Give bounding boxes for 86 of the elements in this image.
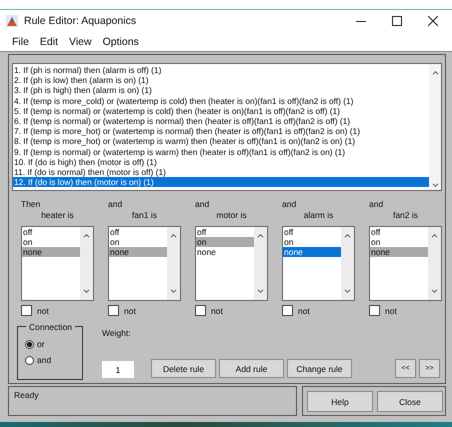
option-item[interactable]: none xyxy=(109,247,167,257)
rule-button[interactable]: Add rule xyxy=(219,359,284,378)
menu-item[interactable]: File xyxy=(12,36,29,48)
rule-item[interactable]: 12. If (do is low) then (motor is on) (1) xyxy=(13,177,429,188)
group-title: Connection xyxy=(26,322,76,332)
not-checkbox[interactable] xyxy=(369,305,380,316)
scroll-up-icon[interactable] xyxy=(432,70,438,75)
option-item[interactable]: on xyxy=(109,237,167,247)
rule-item[interactable]: 8. If (temp is more_hot) or (watertemp is warm) then (heater is off)(fan1 is on)(fan2 is on) (1) xyxy=(13,136,429,146)
scroll-down-icon[interactable] xyxy=(344,289,351,294)
not-checkbox[interactable] xyxy=(282,305,293,316)
radio-label: and xyxy=(37,355,52,365)
rule-item[interactable]: 6. If (temp is normal) or (watertemp is normal) then (heater is off)(fan1 is off)(fan2 is off) (1) xyxy=(13,116,429,126)
rule-item[interactable]: 9. If (temp is normal) or (watertemp is warm) then (heater is off)(fan1 is off)(fan2 is on) (1) xyxy=(13,146,429,157)
option-list[interactable]: off on none xyxy=(108,226,181,301)
rule-item[interactable]: 5. If (temp is normal) or (watertemp is cold) then (heater is on)(fan1 is off)(fan2 is off) (1) xyxy=(13,106,429,116)
scroll-down-icon[interactable] xyxy=(83,289,90,294)
option-item[interactable]: off xyxy=(22,227,80,237)
radio-button[interactable] xyxy=(25,356,34,364)
option-list[interactable]: off on none xyxy=(21,226,94,301)
rule-item[interactable]: 1. If (ph is normal) then (alarm is off) (1) xyxy=(13,65,429,76)
option-list[interactable]: off on none xyxy=(369,226,442,301)
output-label: fan1 is xyxy=(130,210,158,222)
rule-item[interactable]: 11. If (do is normal) then (motor is off) (1) xyxy=(13,166,429,178)
option-item[interactable]: on xyxy=(283,237,341,247)
status-text: Ready xyxy=(14,390,39,400)
rule-item[interactable]: 10. If (do is high) then (motor is off) (1) xyxy=(13,156,429,167)
scroll-down-icon[interactable] xyxy=(257,289,264,294)
window-title: Rule Editor: Aquaponics xyxy=(24,15,138,27)
rule-list[interactable] xyxy=(12,63,442,191)
scroll-down-icon[interactable] xyxy=(431,289,438,294)
radio-button[interactable] xyxy=(25,340,34,348)
rule-item[interactable]: 3. If (ph is high) then (alarm is on) (1) xyxy=(13,85,429,96)
rule-button[interactable]: Change rule xyxy=(287,359,352,378)
menu-item[interactable]: Edit xyxy=(40,36,58,48)
option-list[interactable]: off on none xyxy=(282,226,355,301)
scroll-down-icon[interactable] xyxy=(170,289,177,294)
output-label: motor is xyxy=(215,210,248,222)
option-list[interactable]: off on none xyxy=(195,226,268,301)
not-label: not xyxy=(385,306,397,316)
connector-label: and xyxy=(108,199,124,210)
weight-field[interactable]: 1 xyxy=(102,361,134,378)
option-item[interactable]: none xyxy=(283,247,341,257)
option-item[interactable]: off xyxy=(196,227,254,237)
rule-item[interactable]: 4. If (temp is more_cold) or (watertemp is cold) then (heater is on)(fan1 is off)(fan2 is off) (1) xyxy=(13,96,429,106)
scroll-up-icon[interactable] xyxy=(431,233,438,238)
output-label: heater is xyxy=(40,210,75,222)
scroll-up-icon[interactable] xyxy=(344,233,351,238)
scroll-up-icon[interactable] xyxy=(257,233,264,238)
rule-item[interactable]: 2. If (ph is low) then (alarm is on) (1) xyxy=(13,75,429,86)
not-label: not xyxy=(211,306,223,316)
not-checkbox[interactable] xyxy=(108,305,119,316)
connector-label: Then xyxy=(21,199,42,210)
menu-item[interactable]: Options xyxy=(102,36,139,48)
maximize-icon[interactable] xyxy=(392,16,402,26)
dialog-button[interactable]: Close xyxy=(377,391,443,412)
scroll-down-icon[interactable] xyxy=(432,183,438,188)
output-label: fan2 is xyxy=(392,210,420,222)
option-item[interactable]: none xyxy=(196,247,254,257)
not-label: not xyxy=(37,306,49,316)
not-label: not xyxy=(124,306,136,316)
not-checkbox[interactable] xyxy=(195,305,206,316)
connector-label: and xyxy=(282,199,298,210)
menu-item[interactable]: View xyxy=(69,36,92,48)
scroll-up-icon[interactable] xyxy=(83,233,90,238)
scroll-up-icon[interactable] xyxy=(170,233,177,238)
option-item[interactable]: none xyxy=(22,247,80,257)
close-icon[interactable] xyxy=(428,16,438,26)
output-label: alarm is xyxy=(302,210,334,222)
rule-button[interactable]: Delete rule xyxy=(151,359,216,378)
option-item[interactable]: off xyxy=(370,227,428,237)
radio-label: or xyxy=(37,339,45,349)
rule-item[interactable]: 7. If (temp is more_hot) or (watertemp is normal) then (heater is off)(fan1 is off)(fan2 is on) (1) xyxy=(13,126,429,136)
connector-label: and xyxy=(369,199,384,210)
option-item[interactable]: off xyxy=(283,227,341,237)
app-icon xyxy=(6,15,18,27)
option-item[interactable]: none xyxy=(370,247,428,257)
connector-label: and xyxy=(195,199,210,210)
dialog-button[interactable]: Help xyxy=(307,391,373,412)
weight-label: Weight: xyxy=(102,328,132,338)
option-item[interactable]: on xyxy=(370,237,428,247)
not-checkbox[interactable] xyxy=(21,305,32,316)
option-item[interactable]: on xyxy=(22,237,80,247)
not-label: not xyxy=(298,306,310,316)
option-item[interactable]: off xyxy=(109,227,167,237)
option-item[interactable]: on xyxy=(196,237,254,247)
